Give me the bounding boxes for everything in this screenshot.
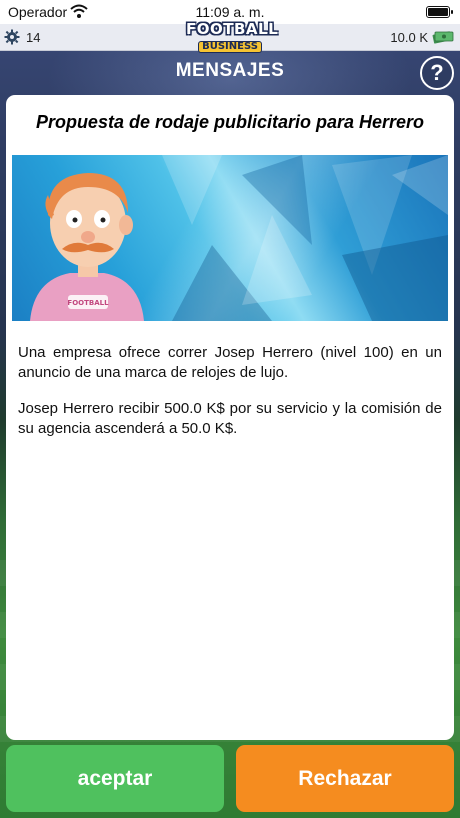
logo-line-2: BUSINESS [198,41,262,53]
level-count: 14 [26,30,41,45]
clock: 11:09 a. m. [195,4,265,20]
money-balance: 10.0 K [390,30,428,45]
message-banner-image: FOOTBALL [12,155,448,321]
message-card: Propuesta de rodaje publicitario para He… [6,95,454,740]
page-title: MENSAJES [175,60,285,81]
accept-button[interactable]: aceptar [6,745,224,812]
battery-icon [426,6,453,18]
reject-button[interactable]: Rechazar [236,745,454,812]
cash-icon [432,31,454,44]
logo-line-1: FOOTBALL [186,20,279,38]
shirt-logo-text: FOOTBALL [67,299,109,307]
help-button[interactable]: ? [420,56,454,90]
gear-icon[interactable] [4,29,20,45]
message-body: Una empresa ofrece correr Josep Herrero … [18,343,442,455]
message-headline: Propuesta de rodaje publicitario para He… [35,112,425,132]
message-paragraph-1: Una empresa ofrece correr Josep Herrero … [18,344,442,381]
app-logo: FOOTBALL BUSINESS [186,20,279,56]
cartoon-character-illustration: FOOTBALL [30,155,448,321]
message-paragraph-2: Josep Herrero recibir 500.0 K$ por su se… [18,400,442,437]
